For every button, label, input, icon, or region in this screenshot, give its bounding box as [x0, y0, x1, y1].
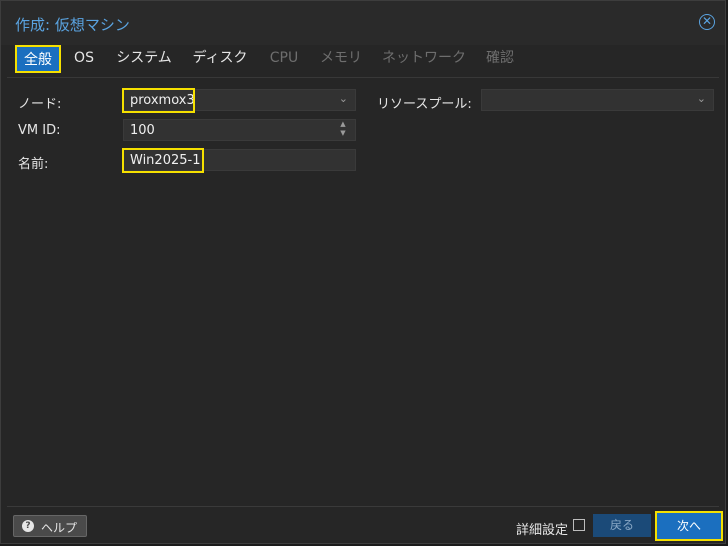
tab-confirm[interactable]: 確認 [483, 45, 517, 73]
dialog-title: 作成: 仮想マシン [15, 16, 130, 34]
vmid-label: VM ID: [18, 123, 61, 138]
spinner-arrows-icon[interactable]: ▲ ▼ [338, 120, 348, 138]
close-icon[interactable]: ✕ [699, 14, 715, 30]
next-button[interactable]: 次へ [655, 511, 723, 541]
dialog-footer: ? ヘルプ 詳細設定 戻る 次へ [1, 507, 725, 545]
vmid-value: 100 [130, 123, 155, 138]
pool-label: リソースプール: [377, 97, 472, 112]
tab-os[interactable]: OS [69, 45, 99, 73]
advanced-checkbox[interactable] [573, 519, 585, 531]
help-button-label: ヘルプ [41, 521, 78, 535]
chevron-down-icon[interactable]: ⌄ [697, 92, 706, 105]
tab-network[interactable]: ネットワーク [379, 45, 469, 73]
tab-memory[interactable]: メモリ [317, 45, 365, 73]
create-vm-dialog: 作成: 仮想マシン ✕ 全般 OS システム ディスク CPU メモリ ネットワ… [0, 0, 726, 544]
name-label: 名前: [18, 157, 49, 172]
tab-cpu[interactable]: CPU [265, 45, 303, 73]
tab-general[interactable]: 全般 [15, 45, 61, 73]
help-button[interactable]: ? ヘルプ [13, 515, 87, 537]
name-input[interactable]: Win2025-1 [123, 149, 356, 171]
chevron-down-icon[interactable]: ⌄ [339, 92, 348, 105]
node-select[interactable]: proxmox3 ⌄ [123, 89, 356, 111]
tab-disk[interactable]: ディスク [189, 45, 251, 73]
vmid-input[interactable]: 100 ▲ ▼ [123, 119, 356, 141]
node-label: ノード: [18, 97, 62, 112]
back-button[interactable]: 戻る [593, 514, 651, 537]
node-value: proxmox3 [130, 93, 195, 108]
dialog-titlebar: 作成: 仮想マシン ✕ [1, 1, 725, 45]
name-value: Win2025-1 [130, 153, 201, 168]
question-circle-icon: ? [22, 520, 34, 532]
wizard-tabs: 全般 OS システム ディスク CPU メモリ ネットワーク 確認 [1, 45, 725, 76]
tab-system[interactable]: システム [113, 45, 175, 73]
content-divider [7, 77, 719, 78]
pool-select[interactable]: ⌄ [481, 89, 714, 111]
advanced-label: 詳細設定 [516, 523, 569, 538]
